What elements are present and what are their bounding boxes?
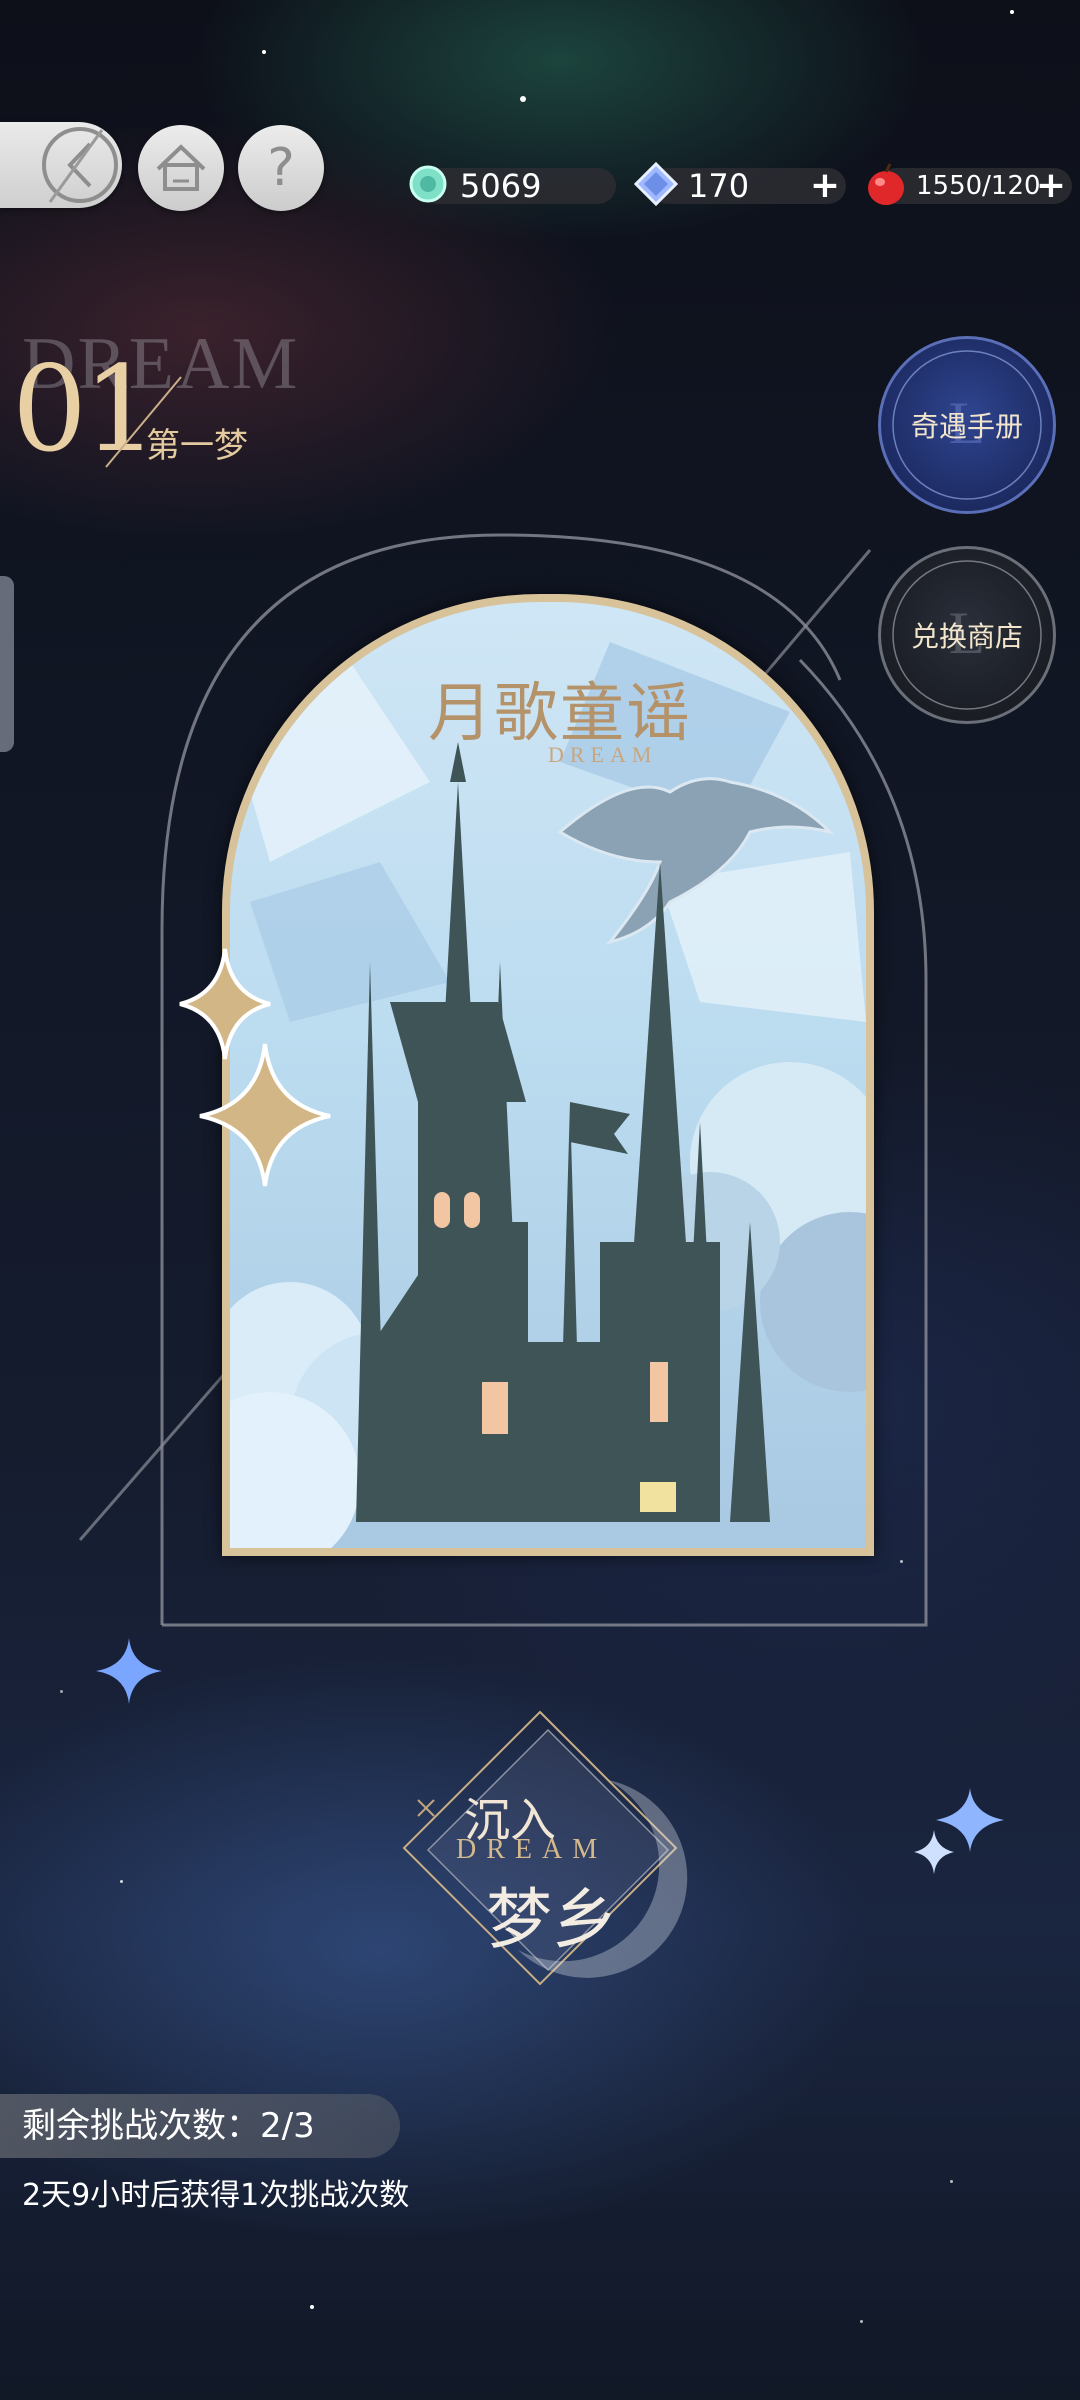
star-decoration [1010,10,1014,14]
handbook-label: 奇遇手册 [910,410,1023,443]
currency-shell: 5069 [420,168,616,204]
add-stamina-button[interactable]: + [1036,168,1066,204]
enter-label-en: DREAM [456,1834,608,1865]
svg-text:?: ? [267,138,295,198]
crystal-icon [634,162,678,206]
enter-dream-button[interactable]: 沉入 DREAM 梦乡 [398,1700,688,1990]
challenge-refresh-time: 2天9小时后获得1次挑战次数 [22,2178,410,2213]
dream-name: 第一梦 [146,426,248,466]
question-mark-icon: ? [267,138,295,198]
back-button[interactable] [0,122,122,208]
shell-amount: 5069 [460,167,542,205]
stamina-amount: 1550/120 [916,171,1041,201]
home-icon [156,144,206,191]
game-screen: ? 5069 170 + 1550/120 + DREAM 01 第一梦 L 奇 [0,0,1080,2400]
crystal-amount: 170 [688,167,750,205]
currency-crystal: 170 + [650,168,846,204]
enter-label-main: 梦乡 [486,1881,618,1958]
help-button[interactable]: ? [238,125,324,211]
star-decoration [310,2305,314,2309]
challenge-count-pill: 剩余挑战次数：2/3 [0,2094,400,2158]
star-decoration [860,2320,863,2323]
blue-sparkle-icon [914,1788,1004,1874]
side-drawer-tab[interactable] [0,576,14,752]
card-title: 月歌童谣 [428,677,692,751]
card-subtitle: DREAM [548,742,658,767]
sparkle-icon [179,948,331,1187]
blue-sparkle-icon [96,1638,162,1704]
challenge-remaining: 剩余挑战次数：2/3 [22,2106,315,2146]
shell-coin-icon [409,165,447,203]
star-decoration [120,1880,123,1883]
star-decoration [520,96,526,102]
star-decoration [262,50,266,54]
star-decoration [60,1690,63,1693]
back-arrow-icon [42,127,118,203]
apple-icon [868,163,904,205]
star-decoration [950,2180,953,2183]
add-crystal-button[interactable]: + [810,168,840,204]
handbook-button[interactable]: L 奇遇手册 [878,336,1056,514]
home-button[interactable] [138,125,224,211]
